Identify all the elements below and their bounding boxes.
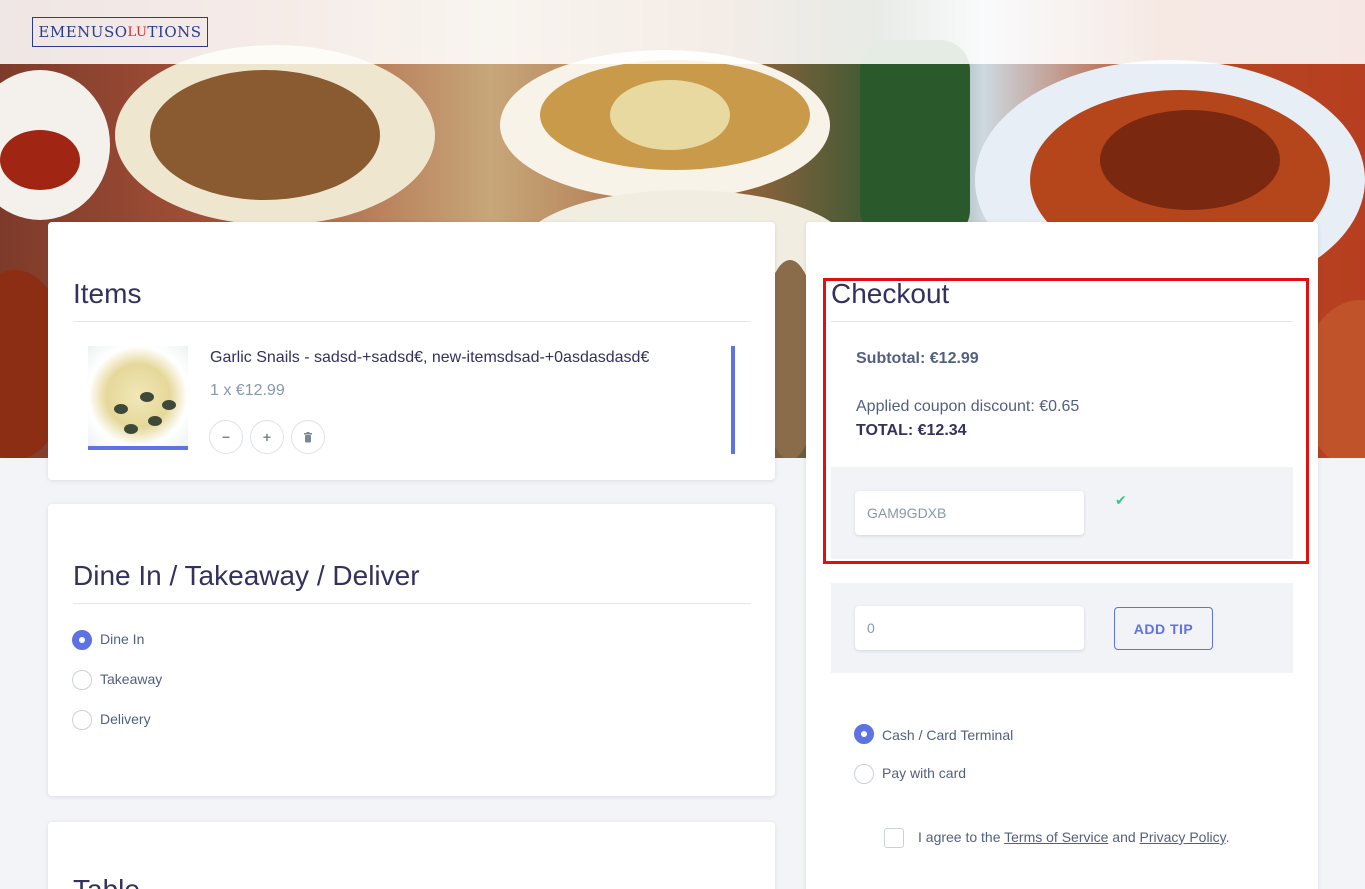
radio-cash-card-terminal[interactable] <box>854 724 874 744</box>
item-name: Garlic Snails - sadsd-+sadsd€, new-items… <box>210 349 650 366</box>
tip-amount-input[interactable]: 0 <box>855 606 1084 650</box>
remove-item-button[interactable] <box>291 420 325 454</box>
logo-text-highlight: LU <box>127 24 148 40</box>
item-qty-price: 1 x €12.99 <box>210 382 285 399</box>
tip-amount-placeholder: 0 <box>867 620 875 636</box>
item-accent-bar <box>731 346 735 454</box>
trash-icon <box>304 431 312 442</box>
minus-icon: − <box>221 429 231 445</box>
top-navbar: EMENUSO LU TIONS <box>0 0 1365 64</box>
radio-delivery-label[interactable]: Delivery <box>100 711 151 727</box>
radio-delivery[interactable] <box>72 710 92 730</box>
agree-prefix: I agree to the <box>918 829 1005 845</box>
order-type-title: Dine In / Takeaway / Deliver <box>73 560 420 591</box>
brand-logo[interactable]: EMENUSO LU TIONS <box>32 17 208 47</box>
table-title: Table <box>73 874 140 889</box>
privacy-policy-link[interactable]: Privacy Policy <box>1140 829 1226 845</box>
order-type-card: Dine In / Takeaway / Deliver Dine In Tak… <box>48 504 775 796</box>
agree-terms-text: I agree to the Terms of Service and Priv… <box>918 829 1230 845</box>
radio-dine-in-label[interactable]: Dine In <box>100 631 144 647</box>
add-tip-button[interactable]: ADD TIP <box>1114 607 1213 650</box>
radio-pay-with-card[interactable] <box>854 764 874 784</box>
radio-pay-with-card-label[interactable]: Pay with card <box>882 765 966 781</box>
radio-takeaway[interactable] <box>72 670 92 690</box>
increase-quantity-button[interactable]: + <box>250 420 284 454</box>
item-image <box>88 346 188 450</box>
highlight-box <box>823 278 1309 564</box>
items-title: Items <box>73 278 142 309</box>
order-type-divider <box>73 603 751 604</box>
decrease-quantity-button[interactable]: − <box>209 420 243 454</box>
plus-icon: + <box>262 429 272 445</box>
agree-suffix: . <box>1225 829 1230 845</box>
radio-cash-card-terminal-label[interactable]: Cash / Card Terminal <box>882 727 1013 743</box>
agree-terms-checkbox[interactable] <box>884 828 904 848</box>
radio-takeaway-label[interactable]: Takeaway <box>100 671 162 687</box>
agree-middle: and <box>1108 829 1140 845</box>
terms-of-service-link[interactable]: Terms of Service <box>1004 829 1108 845</box>
logo-text-end: TIONS <box>147 23 202 41</box>
table-card: Table <box>48 822 775 889</box>
radio-dine-in[interactable] <box>72 630 92 650</box>
items-divider <box>73 321 751 322</box>
items-card: Items Garlic Snails - sadsd-+sadsd€, new… <box>48 222 775 480</box>
logo-text-start: EMENUSO <box>38 23 128 41</box>
